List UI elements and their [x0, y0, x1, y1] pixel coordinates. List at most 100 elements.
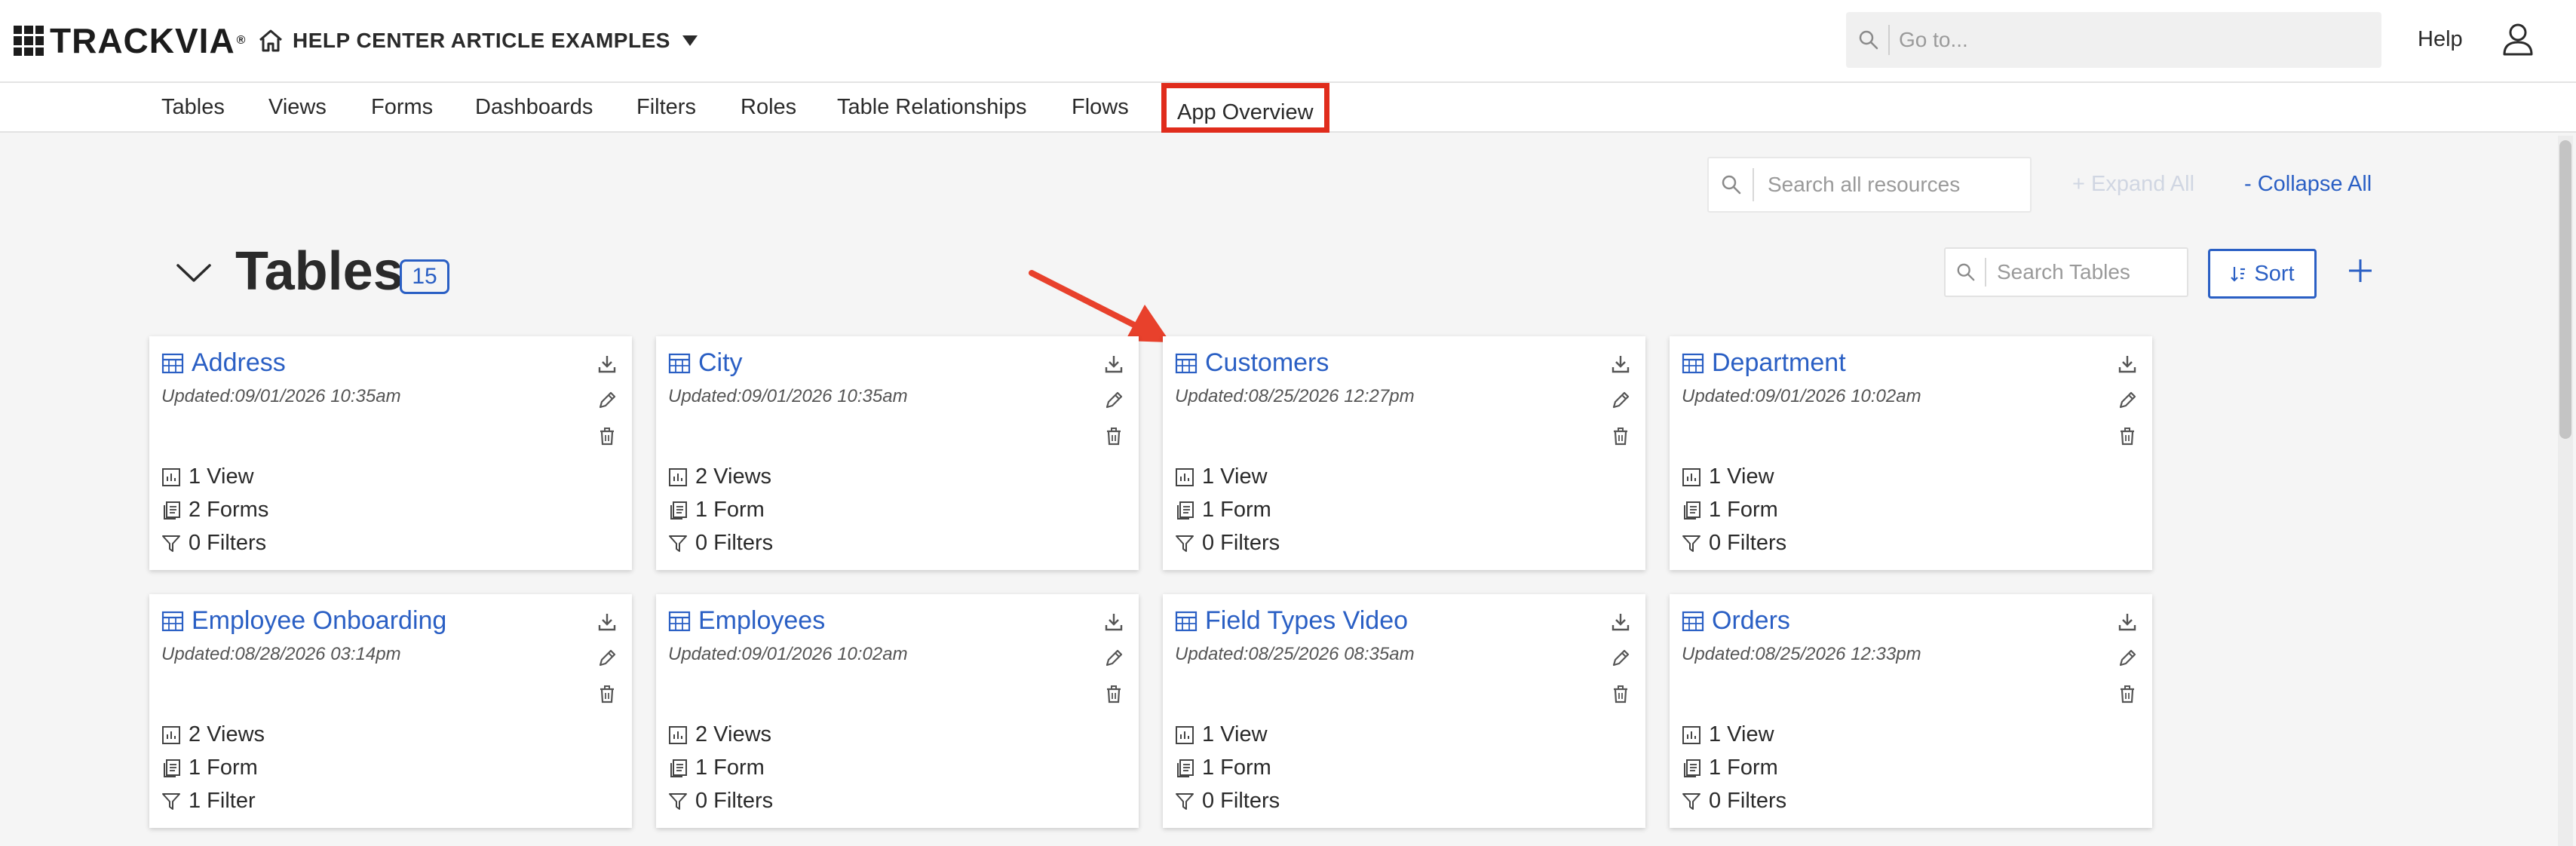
form-icon: [670, 759, 687, 777]
funnel-icon: [162, 792, 180, 810]
resource-search-input[interactable]: [1768, 173, 2009, 197]
app-switcher[interactable]: HELP CENTER ARTICLE EXAMPLES: [258, 23, 698, 59]
plus-icon[interactable]: [2342, 249, 2378, 291]
trackvia-logo[interactable]: TRACKVIA ®: [14, 23, 246, 59]
chevron-down-icon[interactable]: [175, 261, 213, 284]
download-icon[interactable]: [594, 609, 620, 635]
table-card-views[interactable]: 1 View: [1175, 722, 1268, 747]
table-card-title[interactable]: Address: [161, 348, 286, 378]
table-card-filters[interactable]: 0 Filters: [1682, 531, 1786, 556]
collapse-all-link[interactable]: - Collapse All: [2244, 172, 2372, 197]
download-icon[interactable]: [1101, 609, 1127, 635]
table-card-views[interactable]: 2 Views: [668, 722, 771, 747]
table-card-forms[interactable]: 1 Form: [668, 498, 765, 523]
table-card-forms-label: 1 Form: [695, 756, 765, 780]
trash-icon[interactable]: [594, 682, 620, 707]
table-card-name: Employee Onboarding: [192, 606, 447, 635]
pencil-icon[interactable]: [2114, 645, 2140, 671]
search-divider: [1985, 258, 1986, 287]
table-card-title[interactable]: Employees: [668, 606, 825, 636]
table-card-filters[interactable]: 0 Filters: [161, 531, 266, 556]
table-grid-icon: [1682, 353, 1704, 373]
table-card-views-label: 1 View: [1202, 722, 1268, 746]
download-icon[interactable]: [2114, 609, 2140, 635]
table-card-title[interactable]: Customers: [1175, 348, 1329, 378]
pencil-icon[interactable]: [594, 645, 620, 671]
trash-icon[interactable]: [1608, 682, 1633, 707]
subnav-filters[interactable]: Filters: [636, 95, 696, 120]
sort-button[interactable]: Sort: [2208, 249, 2317, 299]
table-card-forms[interactable]: 2 Forms: [161, 498, 268, 523]
table-search-input[interactable]: [1997, 260, 2170, 284]
table-card-views[interactable]: 1 View: [161, 464, 254, 489]
table-card-views[interactable]: 1 View: [1682, 464, 1774, 489]
trash-icon[interactable]: [1608, 424, 1633, 449]
app-title: HELP CENTER ARTICLE EXAMPLES: [293, 29, 670, 52]
subnav-table-relationships[interactable]: Table Relationships: [837, 95, 1026, 120]
download-icon[interactable]: [1101, 351, 1127, 377]
download-icon[interactable]: [2114, 351, 2140, 377]
expand-all-link[interactable]: + Expand All: [2072, 172, 2194, 197]
table-card-forms-label: 1 Form: [1202, 756, 1271, 780]
table-card-filters[interactable]: 0 Filters: [668, 789, 773, 814]
pencil-icon[interactable]: [594, 388, 620, 413]
table-card-forms[interactable]: 1 Form: [161, 756, 258, 780]
table-card-forms[interactable]: 1 Form: [668, 756, 765, 780]
table-card-title[interactable]: Field Types Video: [1175, 606, 1408, 636]
table-card-title[interactable]: Orders: [1682, 606, 1790, 636]
table-card-filters[interactable]: 0 Filters: [1175, 531, 1280, 556]
form-icon: [164, 759, 180, 777]
table-grid-icon: [1682, 611, 1704, 631]
download-icon[interactable]: [1608, 609, 1633, 635]
trash-icon[interactable]: [1101, 682, 1127, 707]
user-icon[interactable]: [2502, 23, 2534, 56]
form-icon: [670, 501, 687, 520]
table-card-forms[interactable]: 1 Form: [1682, 498, 1778, 523]
table-card-forms[interactable]: 1 Form: [1175, 498, 1271, 523]
table-card-views[interactable]: 2 Views: [161, 722, 265, 747]
goto-input[interactable]: [1899, 28, 2321, 52]
goto-search: [1846, 12, 2381, 68]
subnav-tables[interactable]: Tables: [161, 95, 225, 120]
help-link[interactable]: Help: [2418, 27, 2463, 52]
pencil-icon[interactable]: [1101, 388, 1127, 413]
pencil-icon[interactable]: [1608, 645, 1633, 671]
pencil-icon[interactable]: [1608, 388, 1633, 413]
table-card-views[interactable]: 2 Views: [668, 464, 771, 489]
funnel-icon: [669, 535, 687, 552]
trash-icon[interactable]: [2114, 682, 2140, 707]
table-card: Field Types Video Updated:08/25/2026 08:…: [1163, 594, 1645, 828]
table-card-filters[interactable]: 0 Filters: [668, 531, 773, 556]
pencil-icon[interactable]: [1101, 645, 1127, 671]
trash-icon[interactable]: [594, 424, 620, 449]
table-card-views[interactable]: 1 View: [1682, 722, 1774, 747]
table-card: Employee Onboarding Updated:08/28/2026 0…: [149, 594, 632, 828]
table-card-updated: Updated:09/01/2026 10:35am: [668, 386, 908, 406]
table-card-filters[interactable]: 0 Filters: [1682, 789, 1786, 814]
trash-icon[interactable]: [1101, 424, 1127, 449]
table-card-title[interactable]: Employee Onboarding: [161, 606, 446, 636]
pencil-icon[interactable]: [2114, 388, 2140, 413]
subnav-dashboards[interactable]: Dashboards: [475, 95, 593, 120]
table-grid-icon: [668, 611, 691, 631]
table-card-forms-label: 1 Form: [1709, 498, 1778, 522]
table-card-title[interactable]: Department: [1682, 348, 1846, 378]
table-card-title[interactable]: City: [668, 348, 743, 378]
form-icon: [1684, 501, 1700, 520]
table-card-forms[interactable]: 1 Form: [1175, 756, 1271, 780]
subnav-forms[interactable]: Forms: [371, 95, 433, 120]
table-card-filters[interactable]: 1 Filter: [161, 789, 256, 814]
subnav-flows[interactable]: Flows: [1072, 95, 1129, 120]
logo-grid-icon: [14, 26, 44, 56]
trash-icon[interactable]: [2114, 424, 2140, 449]
subnav-app-overview[interactable]: App Overview: [1161, 83, 1329, 133]
scrollbar-thumb[interactable]: [2559, 140, 2571, 439]
table-card-forms[interactable]: 1 Form: [1682, 756, 1778, 780]
download-icon[interactable]: [594, 351, 620, 377]
table-card-forms-label: 1 Form: [1202, 498, 1271, 522]
table-card-views[interactable]: 1 View: [1175, 464, 1268, 489]
subnav-views[interactable]: Views: [268, 95, 327, 120]
table-card-filters[interactable]: 0 Filters: [1175, 789, 1280, 814]
download-icon[interactable]: [1608, 351, 1633, 377]
subnav-roles[interactable]: Roles: [741, 95, 796, 120]
